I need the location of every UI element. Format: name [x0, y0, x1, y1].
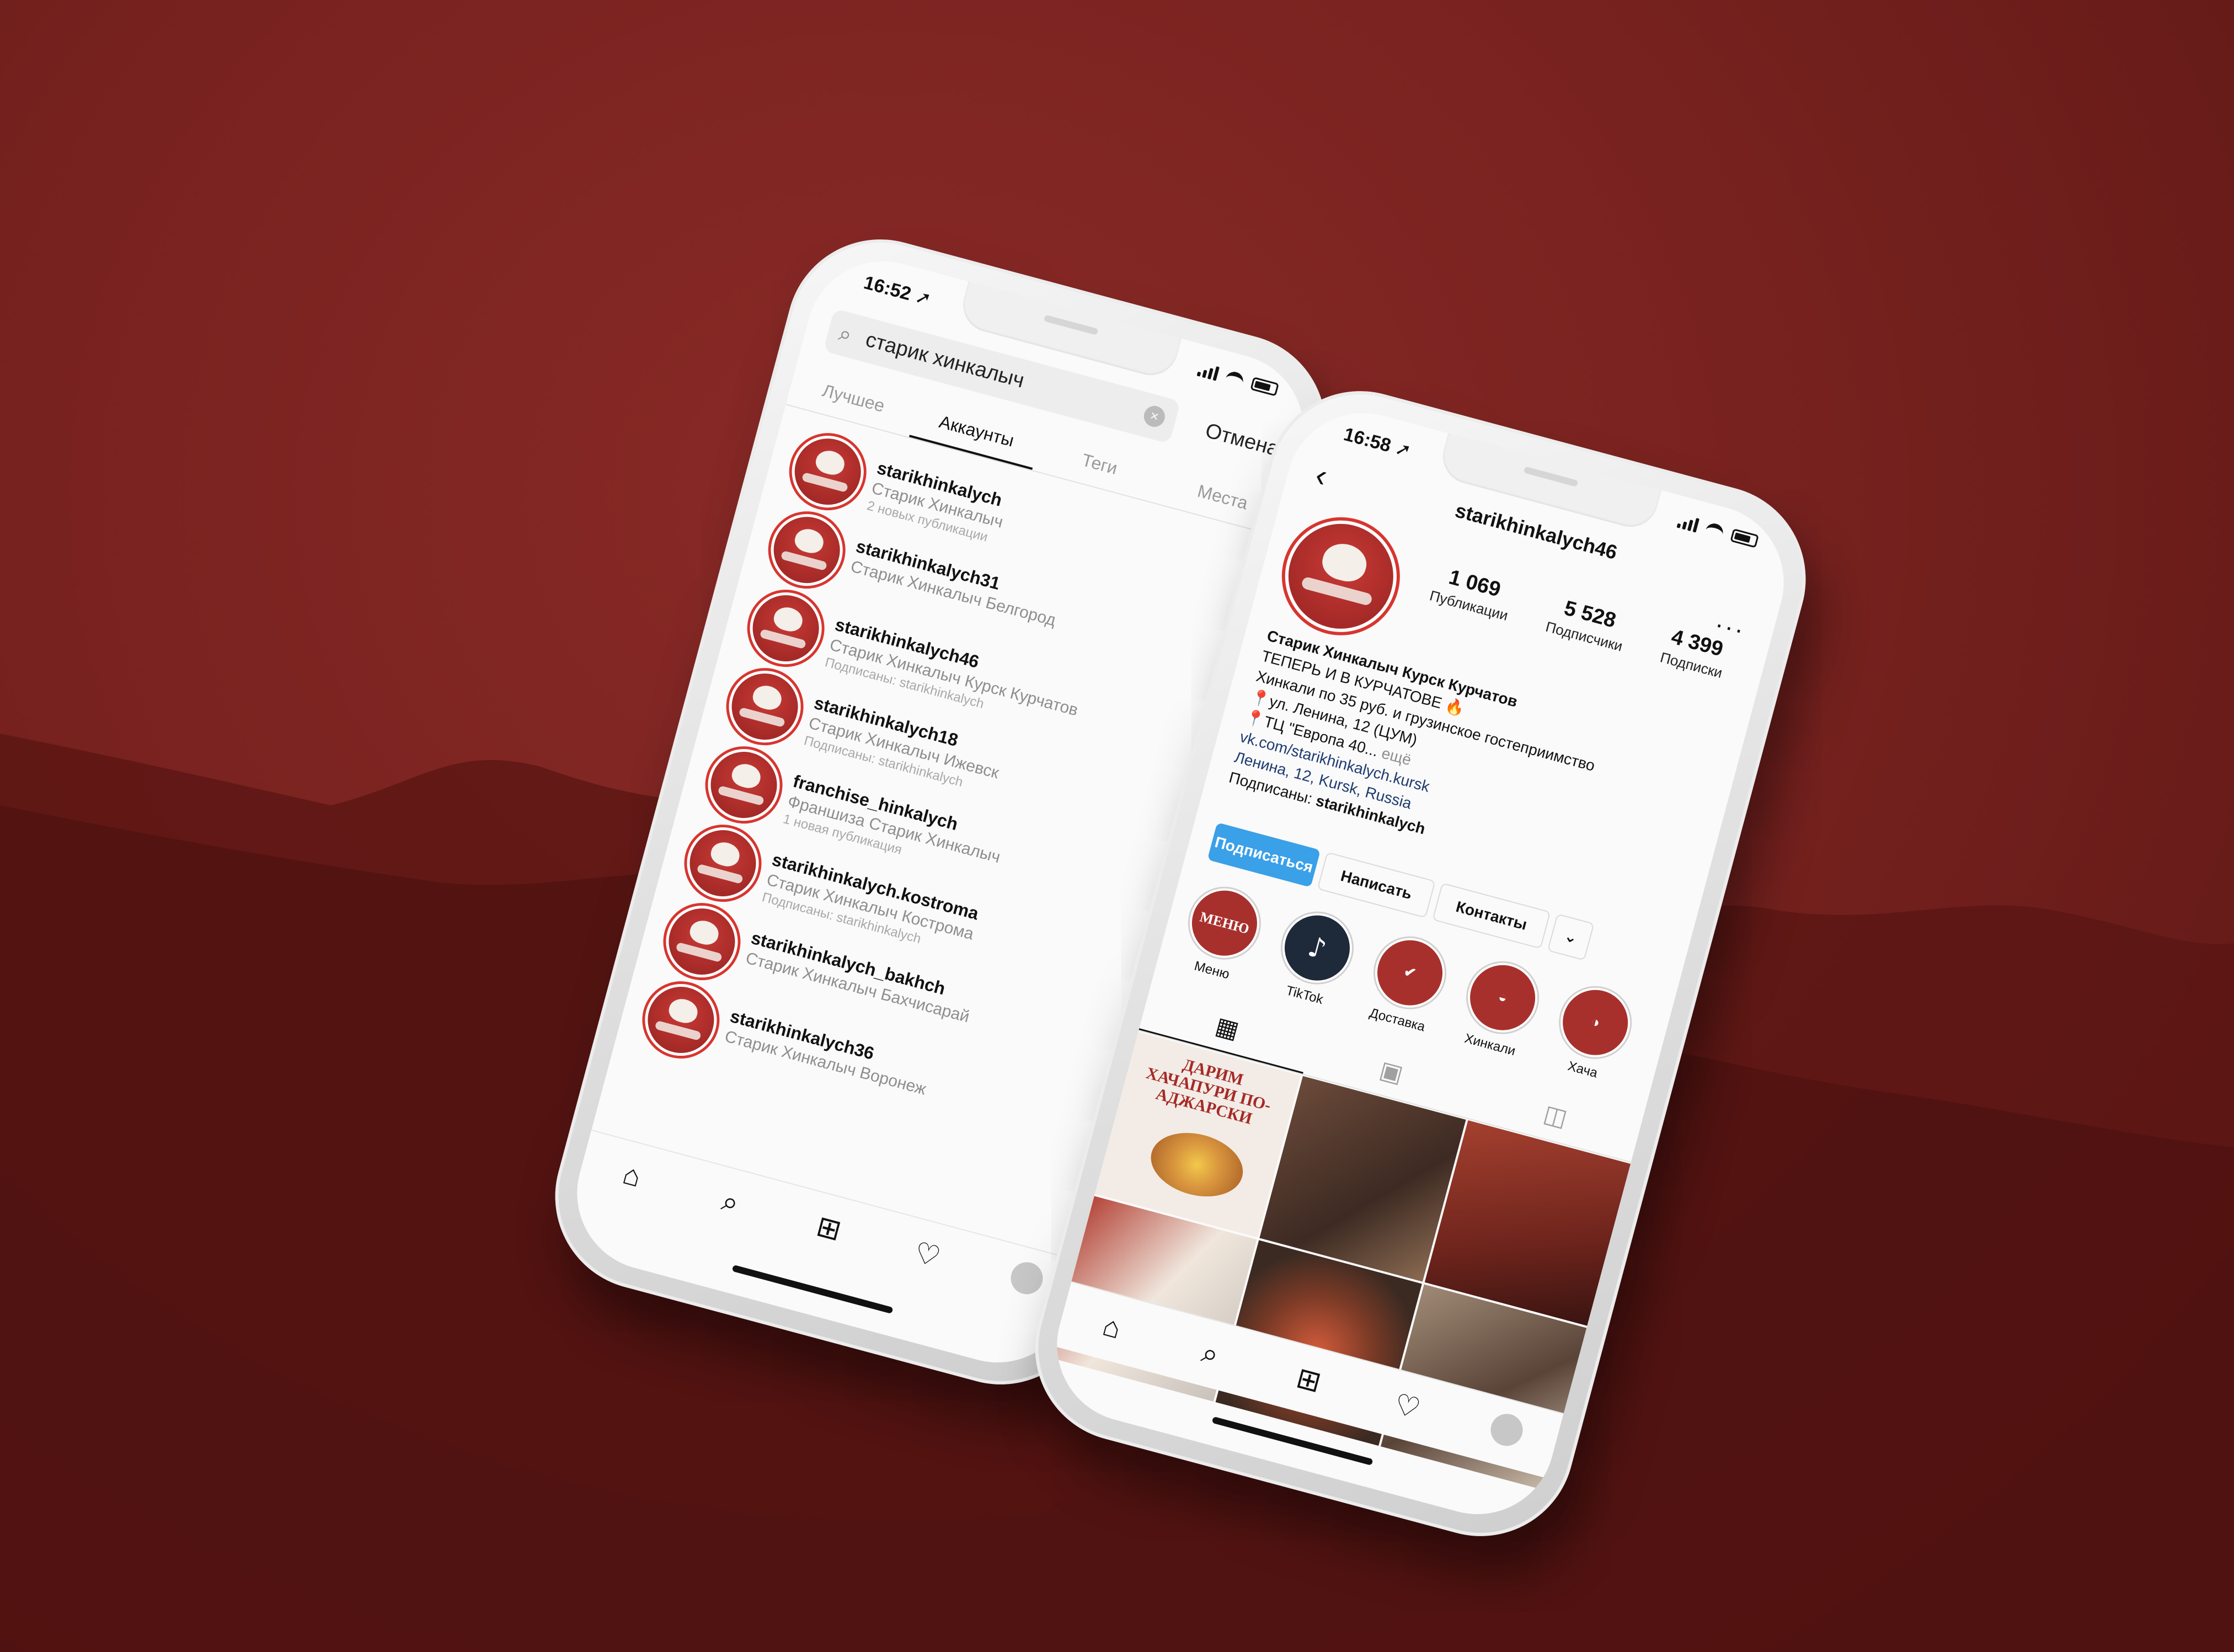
chevron-down-icon[interactable]: ⌄: [1547, 913, 1595, 961]
stat-posts[interactable]: 1 069 Публикации: [1428, 562, 1516, 624]
signal-icon: [1676, 514, 1699, 533]
shopping-bag-icon: ✔: [1367, 930, 1453, 1015]
wifi-icon: [1224, 370, 1246, 388]
highlight-menu-cover: МЕНЮ: [1182, 880, 1268, 966]
highlight-menu[interactable]: МЕНЮ Меню: [1168, 880, 1271, 1006]
battery-icon: [1250, 377, 1279, 397]
highlight-label: Доставка: [1367, 1005, 1427, 1035]
tiktok-icon: ♪: [1274, 905, 1360, 991]
highlight-delivery[interactable]: ✔ Доставка: [1353, 929, 1456, 1056]
contacts-button[interactable]: Контакты: [1432, 883, 1551, 949]
signal-icon: [1196, 362, 1220, 381]
search-icon[interactable]: ⌕: [1185, 1332, 1236, 1376]
highlight-label: Хинкали: [1463, 1030, 1517, 1059]
status-icons: [1196, 362, 1279, 397]
highlight-label: Хача: [1566, 1058, 1600, 1081]
khachapuri-image: [1143, 1123, 1250, 1206]
home-icon[interactable]: ⌂: [606, 1154, 658, 1197]
status-time: 16:58 ➚: [1341, 424, 1414, 462]
profile-avatar-icon[interactable]: [1479, 1408, 1532, 1457]
highlight-khachapuri[interactable]: ◑ Хача: [1538, 979, 1642, 1105]
khinkali-icon: ◒: [1460, 955, 1546, 1040]
clear-icon[interactable]: ×: [1141, 403, 1168, 430]
home-icon[interactable]: ⌂: [1086, 1306, 1137, 1349]
khachapuri-icon: ◑: [1553, 980, 1638, 1065]
avatar: [637, 976, 725, 1064]
highlight-tiktok[interactable]: ♪ TikTok: [1260, 905, 1364, 1031]
search-query: старик хинкалыч: [863, 328, 1027, 393]
stat-followers[interactable]: 5 528 Подписчики: [1544, 593, 1631, 655]
add-post-icon[interactable]: ⊞: [1283, 1359, 1334, 1402]
search-icon: ⌕: [836, 320, 855, 347]
wifi-icon: [1704, 521, 1725, 539]
battery-icon: [1730, 528, 1759, 548]
highlight-label: TikTok: [1284, 983, 1325, 1008]
add-post-icon[interactable]: ⊞: [803, 1207, 854, 1250]
heart-icon[interactable]: ♡: [902, 1233, 953, 1277]
status-icons: [1676, 514, 1759, 548]
message-button[interactable]: Написать: [1317, 852, 1436, 918]
cancel-button[interactable]: Отмена: [1202, 419, 1282, 462]
status-time: 16:52 ➚: [861, 272, 934, 311]
heart-icon[interactable]: ♡: [1382, 1385, 1433, 1429]
highlight-khinkali[interactable]: ◒ Хинкали: [1446, 954, 1549, 1081]
follow-button[interactable]: Подписаться: [1207, 822, 1321, 888]
profile-avatar[interactable]: [1273, 508, 1409, 645]
search-icon[interactable]: ⌕: [705, 1180, 756, 1225]
profile-avatar-icon[interactable]: [1000, 1257, 1052, 1306]
highlight-label: Меню: [1193, 958, 1231, 982]
